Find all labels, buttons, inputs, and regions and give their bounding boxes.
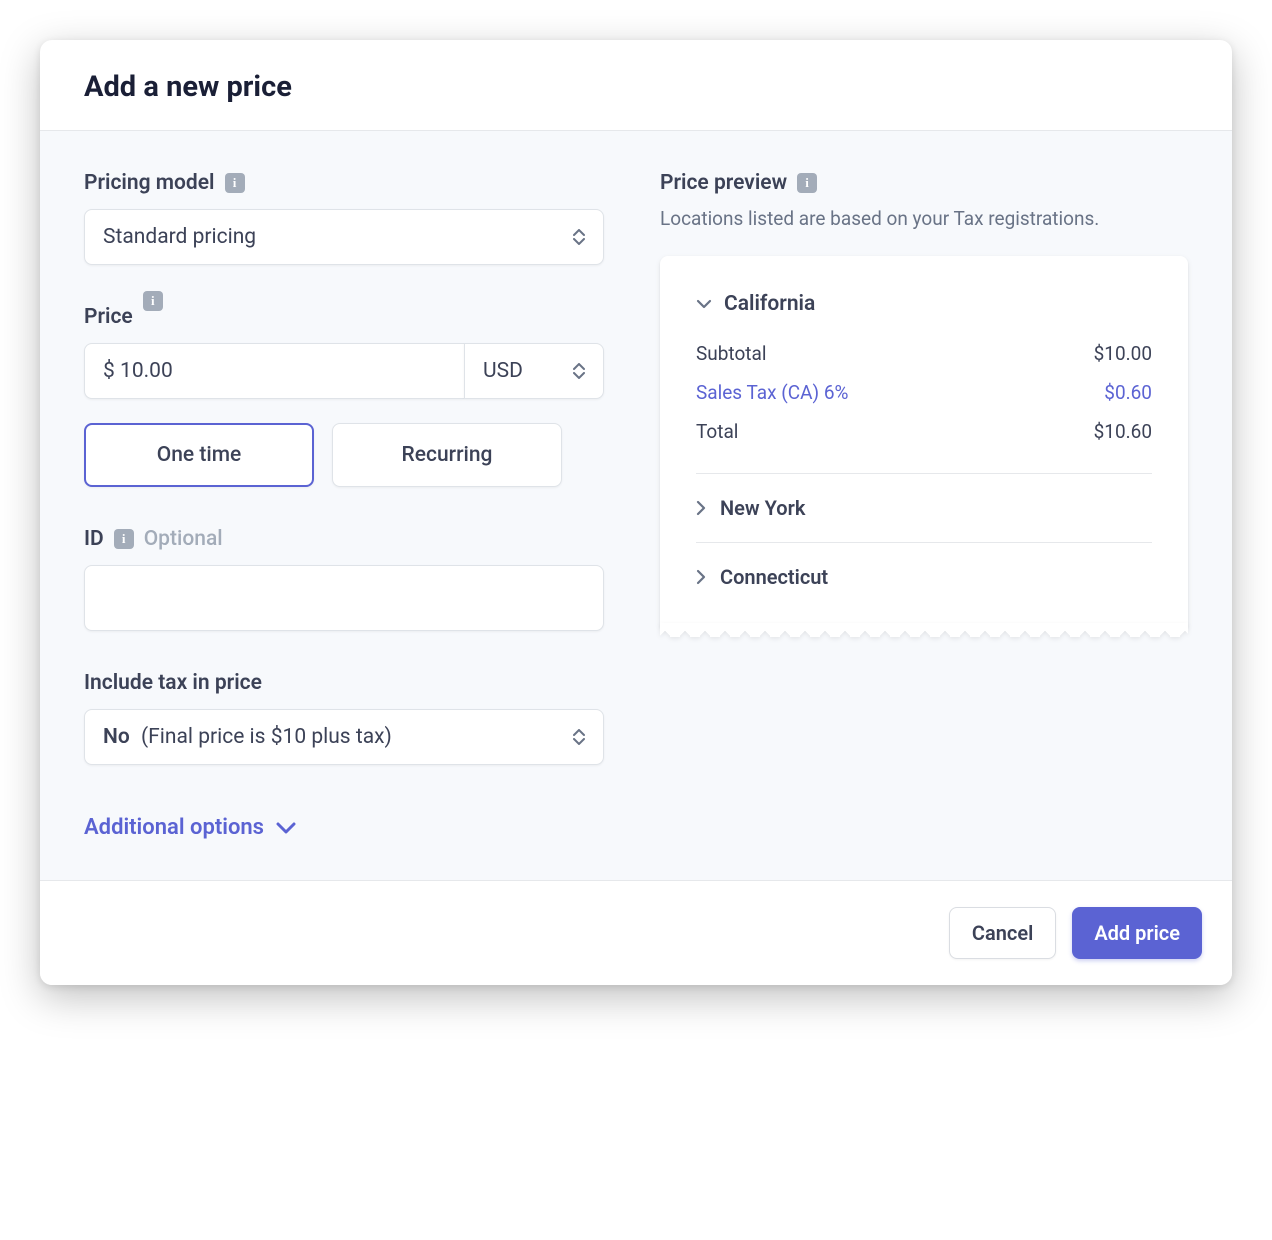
id-field: ID i Optional — [84, 527, 604, 631]
select-stepper-icon — [573, 363, 585, 379]
info-icon[interactable]: i — [797, 173, 817, 193]
location-newyork-toggle[interactable]: New York — [696, 473, 1152, 542]
chevron-right-icon — [696, 569, 706, 585]
add-price-button[interactable]: Add price — [1072, 907, 1202, 959]
pricing-model-field: Pricing model i Standard pricing — [84, 171, 604, 265]
modal-body: Pricing model i Standard pricing Price i — [40, 131, 1232, 880]
select-stepper-icon — [573, 229, 585, 245]
location-connecticut-toggle[interactable]: Connecticut — [696, 542, 1152, 593]
cancel-label: Cancel — [972, 921, 1033, 945]
total-label: Total — [696, 420, 738, 443]
price-input[interactable]: $ 10.00 — [84, 343, 464, 399]
tax-prefix: No — [103, 725, 130, 749]
include-tax-label: Include tax in price — [84, 671, 262, 695]
include-tax-field: Include tax in price No (Final price is … — [84, 671, 604, 765]
california-breakdown: Subtotal $10.00 Sales Tax (CA) 6% $0.60 … — [696, 334, 1152, 473]
add-price-modal: Add a new price Pricing model i Standard… — [40, 40, 1232, 985]
select-stepper-icon — [573, 729, 585, 745]
one-time-toggle[interactable]: One time — [84, 423, 314, 487]
modal-title: Add a new price — [84, 70, 1188, 104]
price-preview-sub: Locations listed are based on your Tax r… — [660, 205, 1188, 234]
recurring-label: Recurring — [402, 443, 493, 467]
info-icon[interactable]: i — [114, 529, 134, 549]
total-value: $10.60 — [1094, 420, 1152, 443]
currency-select[interactable]: USD — [464, 343, 604, 399]
modal-header: Add a new price — [40, 40, 1232, 131]
pricing-model-label: Pricing model — [84, 171, 215, 195]
location-name: Connecticut — [720, 565, 828, 589]
tax-label: Sales Tax (CA) 6% — [696, 381, 848, 404]
subtotal-label: Subtotal — [696, 342, 766, 365]
additional-options-label: Additional options — [84, 815, 264, 840]
pricing-model-select[interactable]: Standard pricing — [84, 209, 604, 265]
location-name: New York — [720, 496, 805, 520]
price-value: $ 10.00 — [103, 359, 173, 383]
location-california-toggle[interactable]: California — [696, 286, 1152, 334]
id-input[interactable] — [84, 565, 604, 631]
additional-options-toggle[interactable]: Additional options — [84, 815, 296, 840]
chevron-right-icon — [696, 500, 706, 516]
form-column: Pricing model i Standard pricing Price i — [84, 171, 604, 840]
id-label: ID — [84, 527, 104, 551]
preview-column: Price preview i Locations listed are bas… — [660, 171, 1188, 840]
modal-footer: Cancel Add price — [40, 880, 1232, 985]
tax-value: $0.60 — [1104, 381, 1152, 404]
include-tax-select[interactable]: No (Final price is $10 plus tax) — [84, 709, 604, 765]
subtotal-value: $10.00 — [1094, 342, 1152, 365]
price-preview-receipt: California Subtotal $10.00 Sales Tax (CA… — [660, 256, 1188, 627]
info-icon[interactable]: i — [225, 173, 245, 193]
chevron-down-icon — [696, 299, 712, 309]
info-icon[interactable]: i — [143, 291, 163, 311]
price-preview-label: Price preview — [660, 171, 787, 195]
tax-rest: (Final price is $10 plus tax) — [141, 725, 392, 749]
currency-value: USD — [483, 359, 523, 383]
add-price-label: Add price — [1094, 921, 1180, 945]
chevron-down-icon — [276, 822, 296, 834]
location-name: California — [724, 292, 815, 316]
recurring-toggle[interactable]: Recurring — [332, 423, 562, 487]
cancel-button[interactable]: Cancel — [949, 907, 1056, 959]
price-field: Price i $ 10.00 USD — [84, 305, 604, 487]
pricing-model-value: Standard pricing — [103, 225, 256, 249]
id-optional: Optional — [144, 527, 223, 551]
price-label: Price — [84, 305, 133, 329]
one-time-label: One time — [157, 443, 242, 467]
